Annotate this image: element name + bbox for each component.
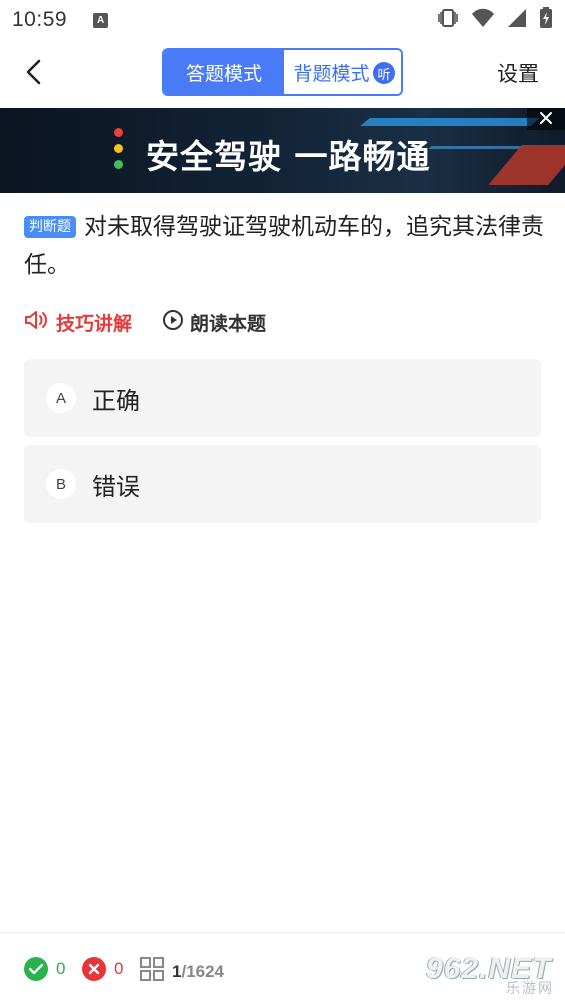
mode-switcher: 答题模式 背题模式 听 [162,48,403,96]
traffic-light-yellow [114,144,123,153]
option-text: 正确 [92,386,140,415]
banner-slogan: 安全驾驶 一路畅通 [146,137,431,176]
question-progress-button[interactable]: 1/1624 [140,957,224,986]
option-letter: A [46,383,76,413]
top-nav: 答题模式 背题模式 听 设置 [0,40,565,108]
status-time: 10:59 [12,8,68,31]
ad-banner[interactable]: 安全驾驶 一路畅通 [0,108,565,193]
wrong-count-value: 0 [114,959,124,978]
wrong-count: 0 [82,957,123,981]
chevron-left-icon [24,59,44,89]
banner-decoration [488,145,565,185]
banner-decoration [360,118,540,126]
question-text: 对未取得驾驶证驾驶机动车的，追究其法律责任。 [24,214,544,278]
traffic-light-icon [114,128,123,169]
cross-icon [82,957,106,981]
vibrate-icon [437,8,459,32]
play-icon [162,309,184,336]
option-text: 错误 [92,472,140,501]
progress-text: 1/1624 [172,962,224,982]
status-icons [437,7,553,33]
skill-explanation-button[interactable]: 技巧讲解 [24,309,132,336]
question-tools: 技巧讲解 朗读本题 [24,306,266,338]
signal-icon [507,8,527,32]
listen-badge: 听 [373,62,395,84]
battery-icon [539,7,553,33]
site-watermark: 962.NET 乐游网 [426,952,558,998]
banner-decoration [428,146,522,149]
settings-button[interactable]: 设置 [497,58,539,88]
answer-option-b[interactable]: B 错误 [24,445,541,523]
correct-count: 0 [24,957,65,981]
progress-total: /1624 [181,961,225,981]
speaker-icon [24,309,50,336]
correct-count-value: 0 [56,959,66,978]
watermark-site-name: 乐游网 [506,981,554,997]
skill-explanation-label: 技巧讲解 [56,312,133,335]
status-bar: 10:59 A [0,0,565,40]
banner-close-button[interactable] [527,108,565,130]
question-type-tag: 判断题 [24,216,76,238]
close-icon [539,110,553,129]
notification-a-icon: A [93,12,109,28]
wifi-icon [471,8,495,32]
grid-icon [140,957,164,986]
tab-recite-mode-label: 背题模式 [293,62,370,85]
answer-option-a[interactable]: A 正确 [24,359,541,437]
tab-answer-mode[interactable]: 答题模式 [164,50,284,94]
option-letter: B [46,469,76,499]
traffic-light-green [114,160,123,169]
question-text-block: 判断题 对未取得驾驶证驾驶机动车的，追究其法律责任。 [24,208,544,284]
read-question-button[interactable]: 朗读本题 [162,309,266,336]
traffic-light-red [114,128,123,137]
back-button[interactable] [16,56,52,92]
read-question-label: 朗读本题 [190,312,267,335]
tab-recite-mode[interactable]: 背题模式 听 [284,50,401,94]
check-icon [24,957,48,981]
